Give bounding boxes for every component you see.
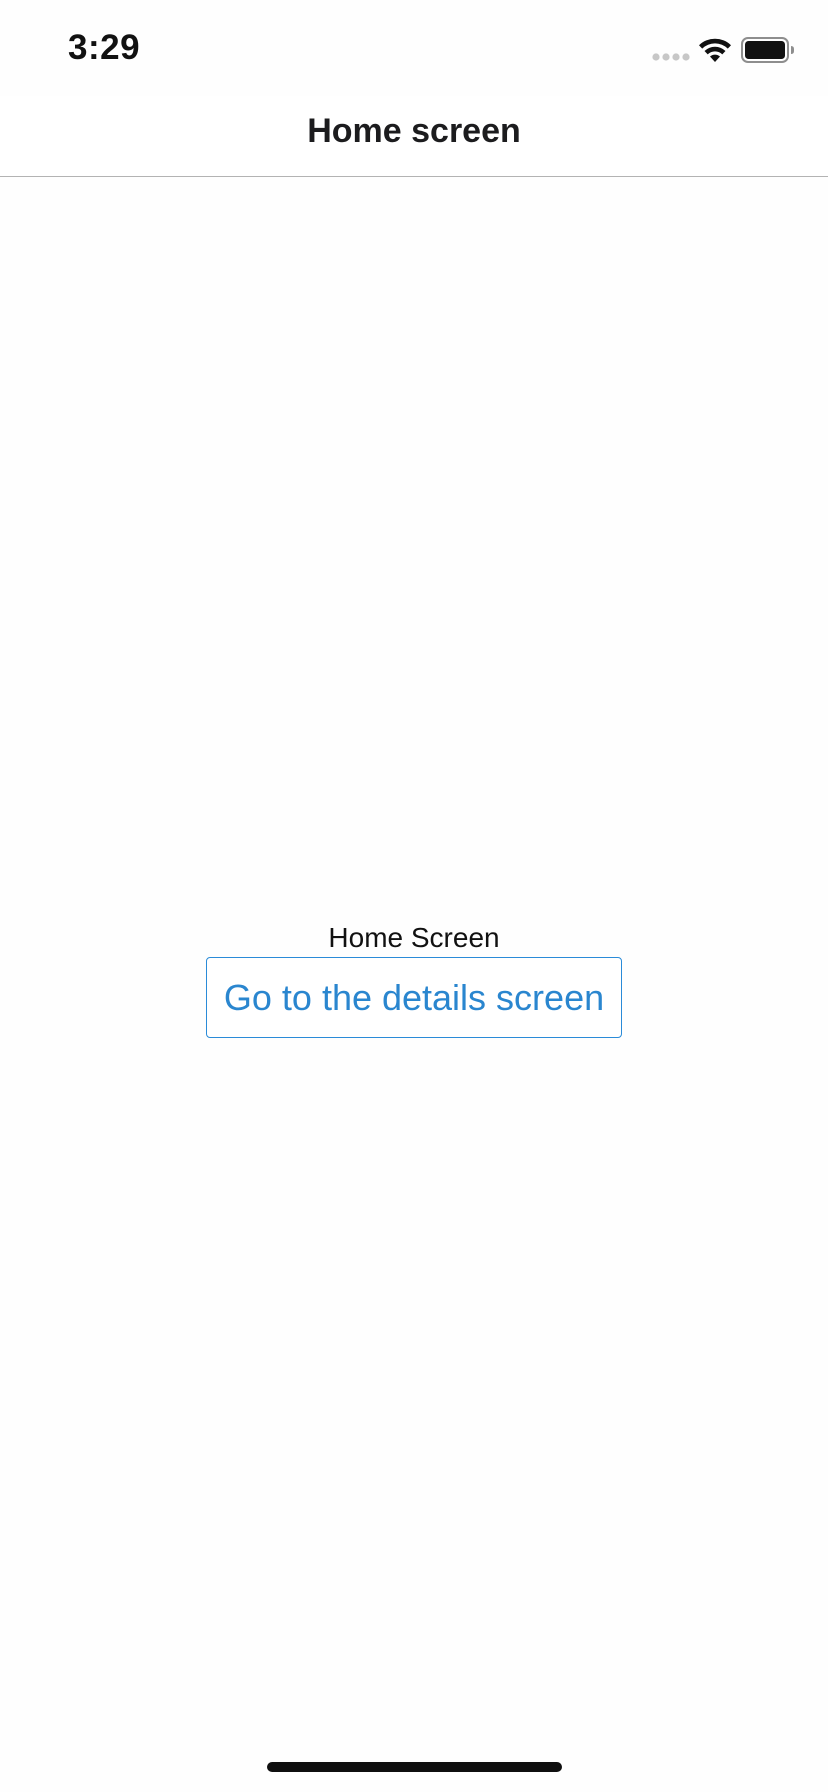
page-title: Home screen [307, 112, 521, 150]
status-time: 3:29 [68, 28, 141, 67]
signal-dots-icon [652, 53, 690, 61]
go-to-details-button[interactable]: Go to the details screen [206, 957, 622, 1038]
center-stack: Home Screen Go to the details screen [0, 921, 828, 1038]
wifi-icon [699, 38, 731, 62]
battery-icon [741, 37, 794, 63]
home-indicator[interactable] [267, 1762, 562, 1772]
status-bar: 3:29 [0, 0, 828, 96]
navigation-bar: Home screen [0, 96, 828, 177]
main-content: Home Screen Go to the details screen [0, 177, 828, 1737]
home-screen-label: Home Screen [328, 922, 500, 953]
